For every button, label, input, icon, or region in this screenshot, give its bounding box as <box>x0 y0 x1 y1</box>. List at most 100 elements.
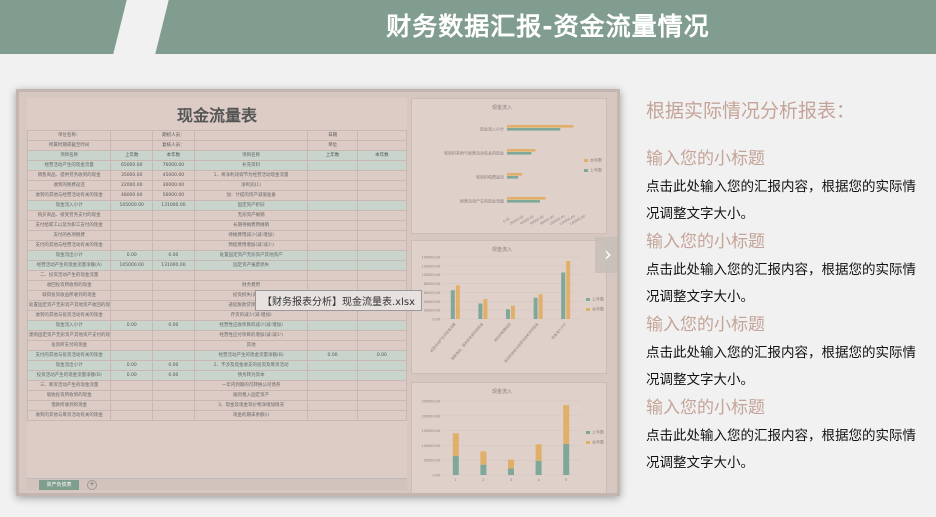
section-body[interactable]: 点击此处输入您的汇报内容，根据您的实际情况调整文字大小。 <box>646 174 926 228</box>
table-cell[interactable]: 上年数 <box>110 150 154 161</box>
table-cell[interactable]: 65000.00 <box>110 160 154 171</box>
table-cell[interactable] <box>110 350 154 361</box>
table-cell[interactable]: 48000.00 <box>110 190 154 201</box>
table-cell[interactable] <box>307 360 358 371</box>
table-cell[interactable]: 45000.00 <box>152 170 195 181</box>
table-cell[interactable]: 支付的各项税费 <box>26 230 112 241</box>
table-cell[interactable] <box>307 250 358 261</box>
table-cell[interactable] <box>356 180 408 191</box>
table-cell[interactable] <box>152 410 195 421</box>
table-cell[interactable] <box>356 330 408 341</box>
table-cell[interactable] <box>152 230 195 241</box>
table-cell[interactable] <box>110 380 154 391</box>
section-subtitle[interactable]: 输入您的小标题 <box>646 313 926 337</box>
table-cell[interactable]: 22000.00 <box>110 180 154 191</box>
table-cell[interactable]: 收到的其他与经营活动有关的现金 <box>26 190 112 201</box>
table-cell[interactable] <box>307 180 358 191</box>
table-cell[interactable] <box>307 170 358 181</box>
table-cell[interactable] <box>152 400 195 411</box>
table-cell[interactable]: 收到的税费返还 <box>26 180 112 191</box>
table-cell[interactable]: 经营活动产生的现金流量净额(A) <box>26 260 112 271</box>
section-subtitle[interactable]: 输入您的小标题 <box>646 396 926 420</box>
table-cell[interactable]: 0.00 <box>110 370 154 381</box>
table-cell[interactable] <box>356 170 408 181</box>
table-cell[interactable]: 销售商品、提供劳务收到的现金 <box>26 170 112 181</box>
table-cell[interactable]: 一年内到期的可转换公司债券 <box>193 380 309 391</box>
table-cell[interactable]: 经营性应收项目的减少(减:增加) <box>193 320 309 331</box>
table-cell[interactable] <box>110 290 154 301</box>
table-cell[interactable]: 本年数 <box>152 150 195 161</box>
table-cell[interactable]: 支付的其他与投资活动有关的现金 <box>26 350 112 361</box>
table-cell[interactable]: 财务费用 <box>193 280 309 291</box>
table-cell[interactable] <box>356 250 408 261</box>
table-cell[interactable]: 单位 <box>307 140 358 151</box>
table-cell[interactable] <box>152 390 195 401</box>
table-cell[interactable]: 收到的其他与筹资活动有关的现金 <box>26 410 112 421</box>
table-cell[interactable]: 3、现金及现金等价物净增加情况 <box>193 400 309 411</box>
table-cell[interactable]: 收回投资所收到的现金 <box>26 280 112 291</box>
table-cell[interactable] <box>152 210 195 221</box>
table-cell[interactable] <box>356 400 408 411</box>
table-cell[interactable] <box>356 230 408 241</box>
table-cell[interactable] <box>152 310 195 321</box>
table-cell[interactable]: 105000.00 <box>110 200 154 211</box>
table-cell[interactable]: 经营活动产生的现金流量 <box>26 160 112 171</box>
table-cell[interactable] <box>307 160 358 171</box>
table-cell[interactable] <box>356 310 408 321</box>
table-cell[interactable] <box>152 380 195 391</box>
table-cell[interactable]: 日期 <box>307 130 358 141</box>
table-cell[interactable] <box>110 130 154 141</box>
table-cell[interactable] <box>110 220 154 231</box>
table-cell[interactable] <box>152 270 195 281</box>
table-cell[interactable]: 二、投资活动产生的现金流量 <box>26 270 112 281</box>
table-cell[interactable] <box>307 240 358 251</box>
table-cell[interactable]: 净利润(1) <box>193 180 309 191</box>
table-cell[interactable]: 经营性应付项目的增加(减:减少) <box>193 330 309 341</box>
table-cell[interactable]: 项目名称 <box>193 150 309 161</box>
table-cell[interactable]: 0.00 <box>110 250 154 261</box>
table-cell[interactable]: 76000.00 <box>152 160 195 171</box>
table-cell[interactable] <box>152 290 195 301</box>
table-cell[interactable]: 30000.00 <box>152 180 195 191</box>
table-cell[interactable]: 0.00 <box>152 360 195 371</box>
table-cell[interactable]: 0.00 <box>110 360 154 371</box>
table-cell[interactable]: 吸收投资所收到的现金 <box>26 390 112 401</box>
table-cell[interactable]: 其他 <box>193 340 309 351</box>
table-cell[interactable]: 收到的其他与投资活动有关的现金 <box>26 310 112 321</box>
table-cell[interactable] <box>110 140 154 151</box>
table-cell[interactable]: 融资租入固定资产 <box>193 390 309 401</box>
table-cell[interactable]: 0.00 <box>152 370 195 381</box>
table-cell[interactable] <box>193 130 309 141</box>
table-cell[interactable]: 56000.00 <box>152 190 195 201</box>
table-cell[interactable]: 项目名称 <box>26 150 112 161</box>
table-cell[interactable] <box>110 280 154 291</box>
table-cell[interactable] <box>193 140 309 151</box>
table-cell[interactable]: 无形资产摊销 <box>193 210 309 221</box>
table-cell[interactable] <box>356 380 408 391</box>
table-cell[interactable] <box>307 410 358 421</box>
table-cell[interactable]: 现金的期末余额(i) <box>193 410 309 421</box>
table-cell[interactable]: 现金流出小计 <box>26 250 112 261</box>
table-cell[interactable]: 取得投资收益所收到的现金 <box>26 290 112 301</box>
table-cell[interactable]: 131000.00 <box>152 200 195 211</box>
table-cell[interactable] <box>307 380 358 391</box>
table-cell[interactable]: 0.00 <box>152 320 195 331</box>
table-cell[interactable]: 待摊费用减少(减:增加) <box>193 230 309 241</box>
table-cell[interactable] <box>110 240 154 251</box>
table-cell[interactable]: 补充资料 <box>193 160 309 171</box>
table-cell[interactable] <box>152 220 195 231</box>
table-cell[interactable]: 本年数 <box>356 150 408 161</box>
table-cell[interactable] <box>152 240 195 251</box>
section-body[interactable]: 点击此处输入您的汇报内容，根据您的实际情况调整文字大小。 <box>646 257 926 311</box>
table-cell[interactable] <box>307 190 358 201</box>
next-arrow-icon[interactable]: › <box>595 237 617 273</box>
table-cell[interactable]: 建购固定资产无形资产其他资产支付的现金 <box>26 330 112 341</box>
table-cell[interactable] <box>307 280 358 291</box>
table-cell[interactable] <box>307 220 358 231</box>
table-cell[interactable] <box>307 390 358 401</box>
table-cell[interactable]: 0.00 <box>152 250 195 261</box>
table-cell[interactable]: 长期待摊费用摊销 <box>193 220 309 231</box>
section-body[interactable]: 点击此处输入您的汇报内容，根据您的实际情况调整文字大小。 <box>646 340 926 394</box>
table-cell[interactable]: 单位名称： <box>26 130 112 141</box>
table-cell[interactable] <box>152 300 195 311</box>
